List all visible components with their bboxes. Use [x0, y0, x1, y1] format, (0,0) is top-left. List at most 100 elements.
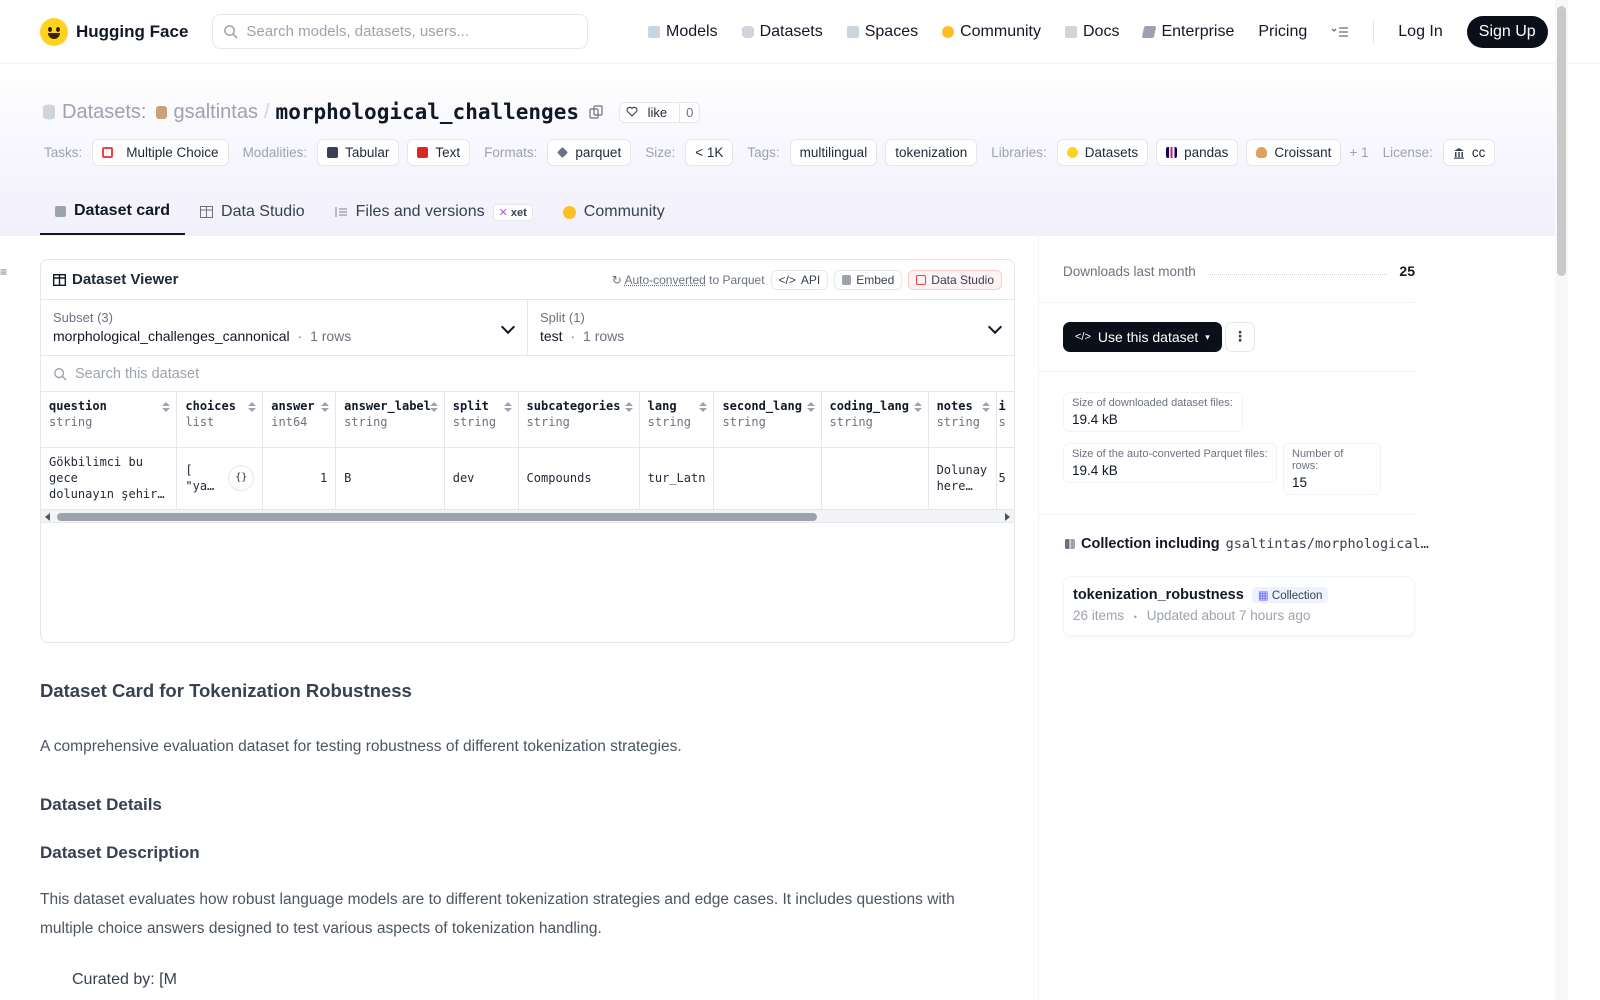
expand-json-icon[interactable]: {} [228, 465, 255, 492]
signup-button[interactable]: Sign Up [1466, 16, 1548, 48]
cell-subcategories[interactable]: Compounds [518, 447, 640, 509]
nav-spaces[interactable]: Spaces [846, 16, 918, 48]
rows-label: Number of rows: [1292, 448, 1344, 472]
repo-section[interactable]: Datasets: [62, 101, 146, 124]
cell-choices[interactable]: ["ya…{} [176, 447, 264, 509]
column-header-answer-label[interactable]: answer_label string [335, 392, 445, 448]
tab-data-studio[interactable]: Data Studio [185, 192, 320, 235]
global-search[interactable] [212, 14, 589, 49]
tag-multilingual[interactable]: multilingual [789, 139, 878, 166]
global-search-input[interactable] [246, 23, 567, 40]
libraries-more[interactable]: + 1 [1349, 145, 1368, 160]
sort-icon[interactable] [162, 402, 170, 412]
column-header-subcategories[interactable]: subcategories string [518, 392, 640, 448]
scroll-right-icon[interactable] [1005, 513, 1010, 521]
column-header-lang[interactable]: lang string [639, 392, 715, 448]
download-size-label: Size of downloaded dataset files: [1072, 397, 1233, 409]
subset-select[interactable]: Subset (3) morphological_challenges_cann… [41, 300, 527, 355]
sidebar-toggle-icon[interactable]: ≡ [0, 265, 8, 279]
column-header-second-lang[interactable]: second_lang string [713, 392, 822, 448]
sort-icon[interactable] [807, 402, 815, 412]
data-studio-button[interactable]: Data Studio [908, 269, 1002, 290]
tag-parquet[interactable]: parquet [547, 139, 632, 166]
column-header-coding-lang[interactable]: coding_lang string [821, 392, 929, 448]
page-scrollbar-thumb[interactable] [1557, 6, 1566, 276]
cell-coding-lang[interactable] [821, 447, 929, 509]
cell-answer-label[interactable]: B [335, 447, 445, 509]
cell-lang[interactable]: tur_Latn [639, 447, 715, 509]
tag-tokenization[interactable]: tokenization [885, 139, 978, 166]
viewer-title-text: Dataset Viewer [72, 271, 179, 288]
sort-icon[interactable] [982, 402, 990, 412]
nav-community[interactable]: Community [942, 16, 1041, 48]
tag-multiple-choice[interactable]: Multiple Choice [92, 139, 229, 166]
column-header-answer[interactable]: answer int64 [262, 392, 337, 448]
column-header-choices[interactable]: choices list [176, 392, 264, 448]
nav-models[interactable]: Models [648, 16, 718, 48]
tag-license[interactable]: cc [1442, 139, 1496, 166]
tab-files[interactable]: Files and versions ✕ xet [320, 192, 548, 235]
embed-button[interactable]: Embed [834, 269, 903, 290]
pandas-icon [1166, 147, 1178, 158]
copy-icon[interactable] [589, 105, 603, 119]
cell-split[interactable]: dev [444, 447, 519, 509]
subset-split-bar: Subset (3) morphological_challenges_cann… [41, 300, 1014, 356]
dataset-search-input[interactable] [75, 365, 575, 382]
scroll-left-icon[interactable] [45, 513, 50, 521]
repo-name[interactable]: morphological_challenges [276, 100, 579, 124]
api-button[interactable]: </> API [770, 269, 829, 290]
split-value: test [540, 328, 563, 344]
repo-owner[interactable]: gsaltintas [173, 101, 258, 124]
nav-datasets[interactable]: Datasets [741, 16, 823, 48]
column-header-split[interactable]: split string [444, 392, 519, 448]
column-header-notes[interactable]: notes string [928, 392, 997, 448]
like-button[interactable]: like 0 [618, 101, 701, 123]
horizontal-scrollbar[interactable] [41, 509, 1014, 523]
cell-question[interactable]: Gökbilimci bu gece dolunayın şehir… [41, 447, 178, 509]
page-scrollbar[interactable] [1555, 0, 1568, 1000]
sort-icon[interactable] [248, 402, 256, 412]
cell-answer[interactable]: 1 [262, 447, 337, 509]
sort-icon[interactable] [625, 402, 633, 412]
auto-converted-link[interactable]: Auto-converted [624, 273, 705, 287]
nav-docs[interactable]: Docs [1065, 16, 1119, 48]
cell-second-lang[interactable] [713, 447, 822, 509]
data-studio-icon [916, 274, 927, 285]
collection-name-row: tokenization_robustness ▦ Collection [1073, 587, 1405, 603]
tags-row: Tasks: Multiple Choice Modalities: Tabul… [44, 139, 1496, 166]
sort-icon[interactable] [430, 402, 438, 412]
like-count[interactable]: 0 [679, 102, 699, 122]
table-row[interactable]: Gökbilimci bu gece dolunayın şehir… ["ya…… [41, 447, 1014, 509]
nav-more-menu[interactable] [1331, 16, 1349, 48]
collection-card[interactable]: tokenization_robustness ▦ Collection 26 … [1063, 576, 1415, 636]
meta-dot: • [1133, 612, 1137, 622]
tag-size[interactable]: < 1K [685, 139, 734, 166]
sort-icon[interactable] [321, 402, 329, 412]
data-table: question string choices list answer int64 a… [41, 392, 1014, 509]
cell-notes[interactable]: Dolunay here… [928, 447, 997, 509]
nav-pricing[interactable]: Pricing [1258, 16, 1307, 48]
tag-pandas[interactable]: pandas [1156, 139, 1239, 166]
scrollbar-thumb[interactable] [57, 513, 817, 521]
dataset-search[interactable] [41, 356, 1014, 392]
split-select[interactable]: Split (1) test · 1 rows [527, 300, 1014, 355]
sort-icon[interactable] [504, 402, 512, 412]
tag-tabular[interactable]: Tabular [317, 139, 400, 166]
more-options-button[interactable]: ⋮ [1225, 322, 1255, 352]
details-heading: Dataset Details [40, 795, 162, 814]
tab-dataset-card[interactable]: Dataset card [40, 192, 186, 235]
tag-datasets-lib[interactable]: Datasets [1056, 139, 1149, 166]
sort-icon[interactable] [699, 402, 707, 412]
login-link[interactable]: Log In [1398, 16, 1442, 48]
use-dataset-button[interactable]: </> Use this dataset ▾ [1063, 322, 1222, 352]
tag-croissant[interactable]: Croissant [1246, 139, 1342, 166]
nav-enterprise[interactable]: Enterprise [1142, 16, 1234, 48]
column-header-question[interactable]: question string [41, 392, 178, 448]
docs-icon [1065, 26, 1077, 38]
column-header-truncated[interactable]: is [996, 392, 1014, 448]
tab-community[interactable]: Community [548, 192, 680, 235]
tag-text[interactable]: Text [407, 139, 471, 166]
sort-icon[interactable] [914, 402, 922, 412]
cell-truncated[interactable]: 5 [996, 447, 1014, 509]
brand-logo[interactable]: Hugging Face [40, 17, 188, 46]
